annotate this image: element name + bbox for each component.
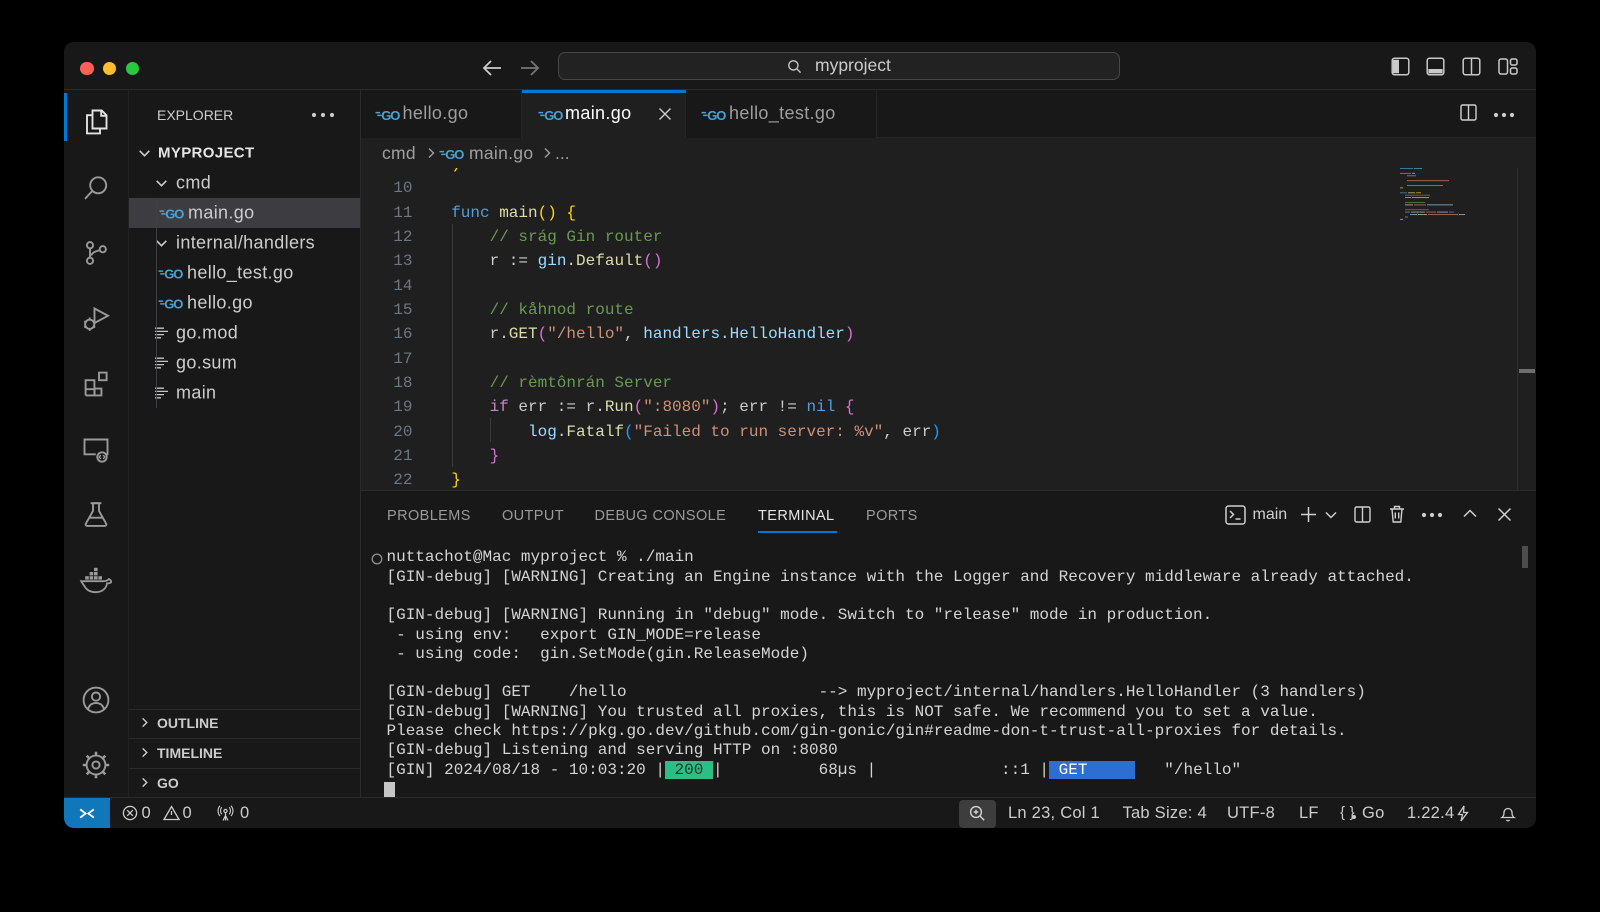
svg-text:GO: GO xyxy=(445,147,464,160)
svg-text:GO: GO xyxy=(381,108,400,121)
svg-text:GO: GO xyxy=(544,108,563,121)
svg-text:GO: GO xyxy=(707,108,726,121)
svg-text:GO: GO xyxy=(165,207,184,220)
svg-text:GO: GO xyxy=(164,297,183,310)
svg-text:GO: GO xyxy=(164,267,183,280)
